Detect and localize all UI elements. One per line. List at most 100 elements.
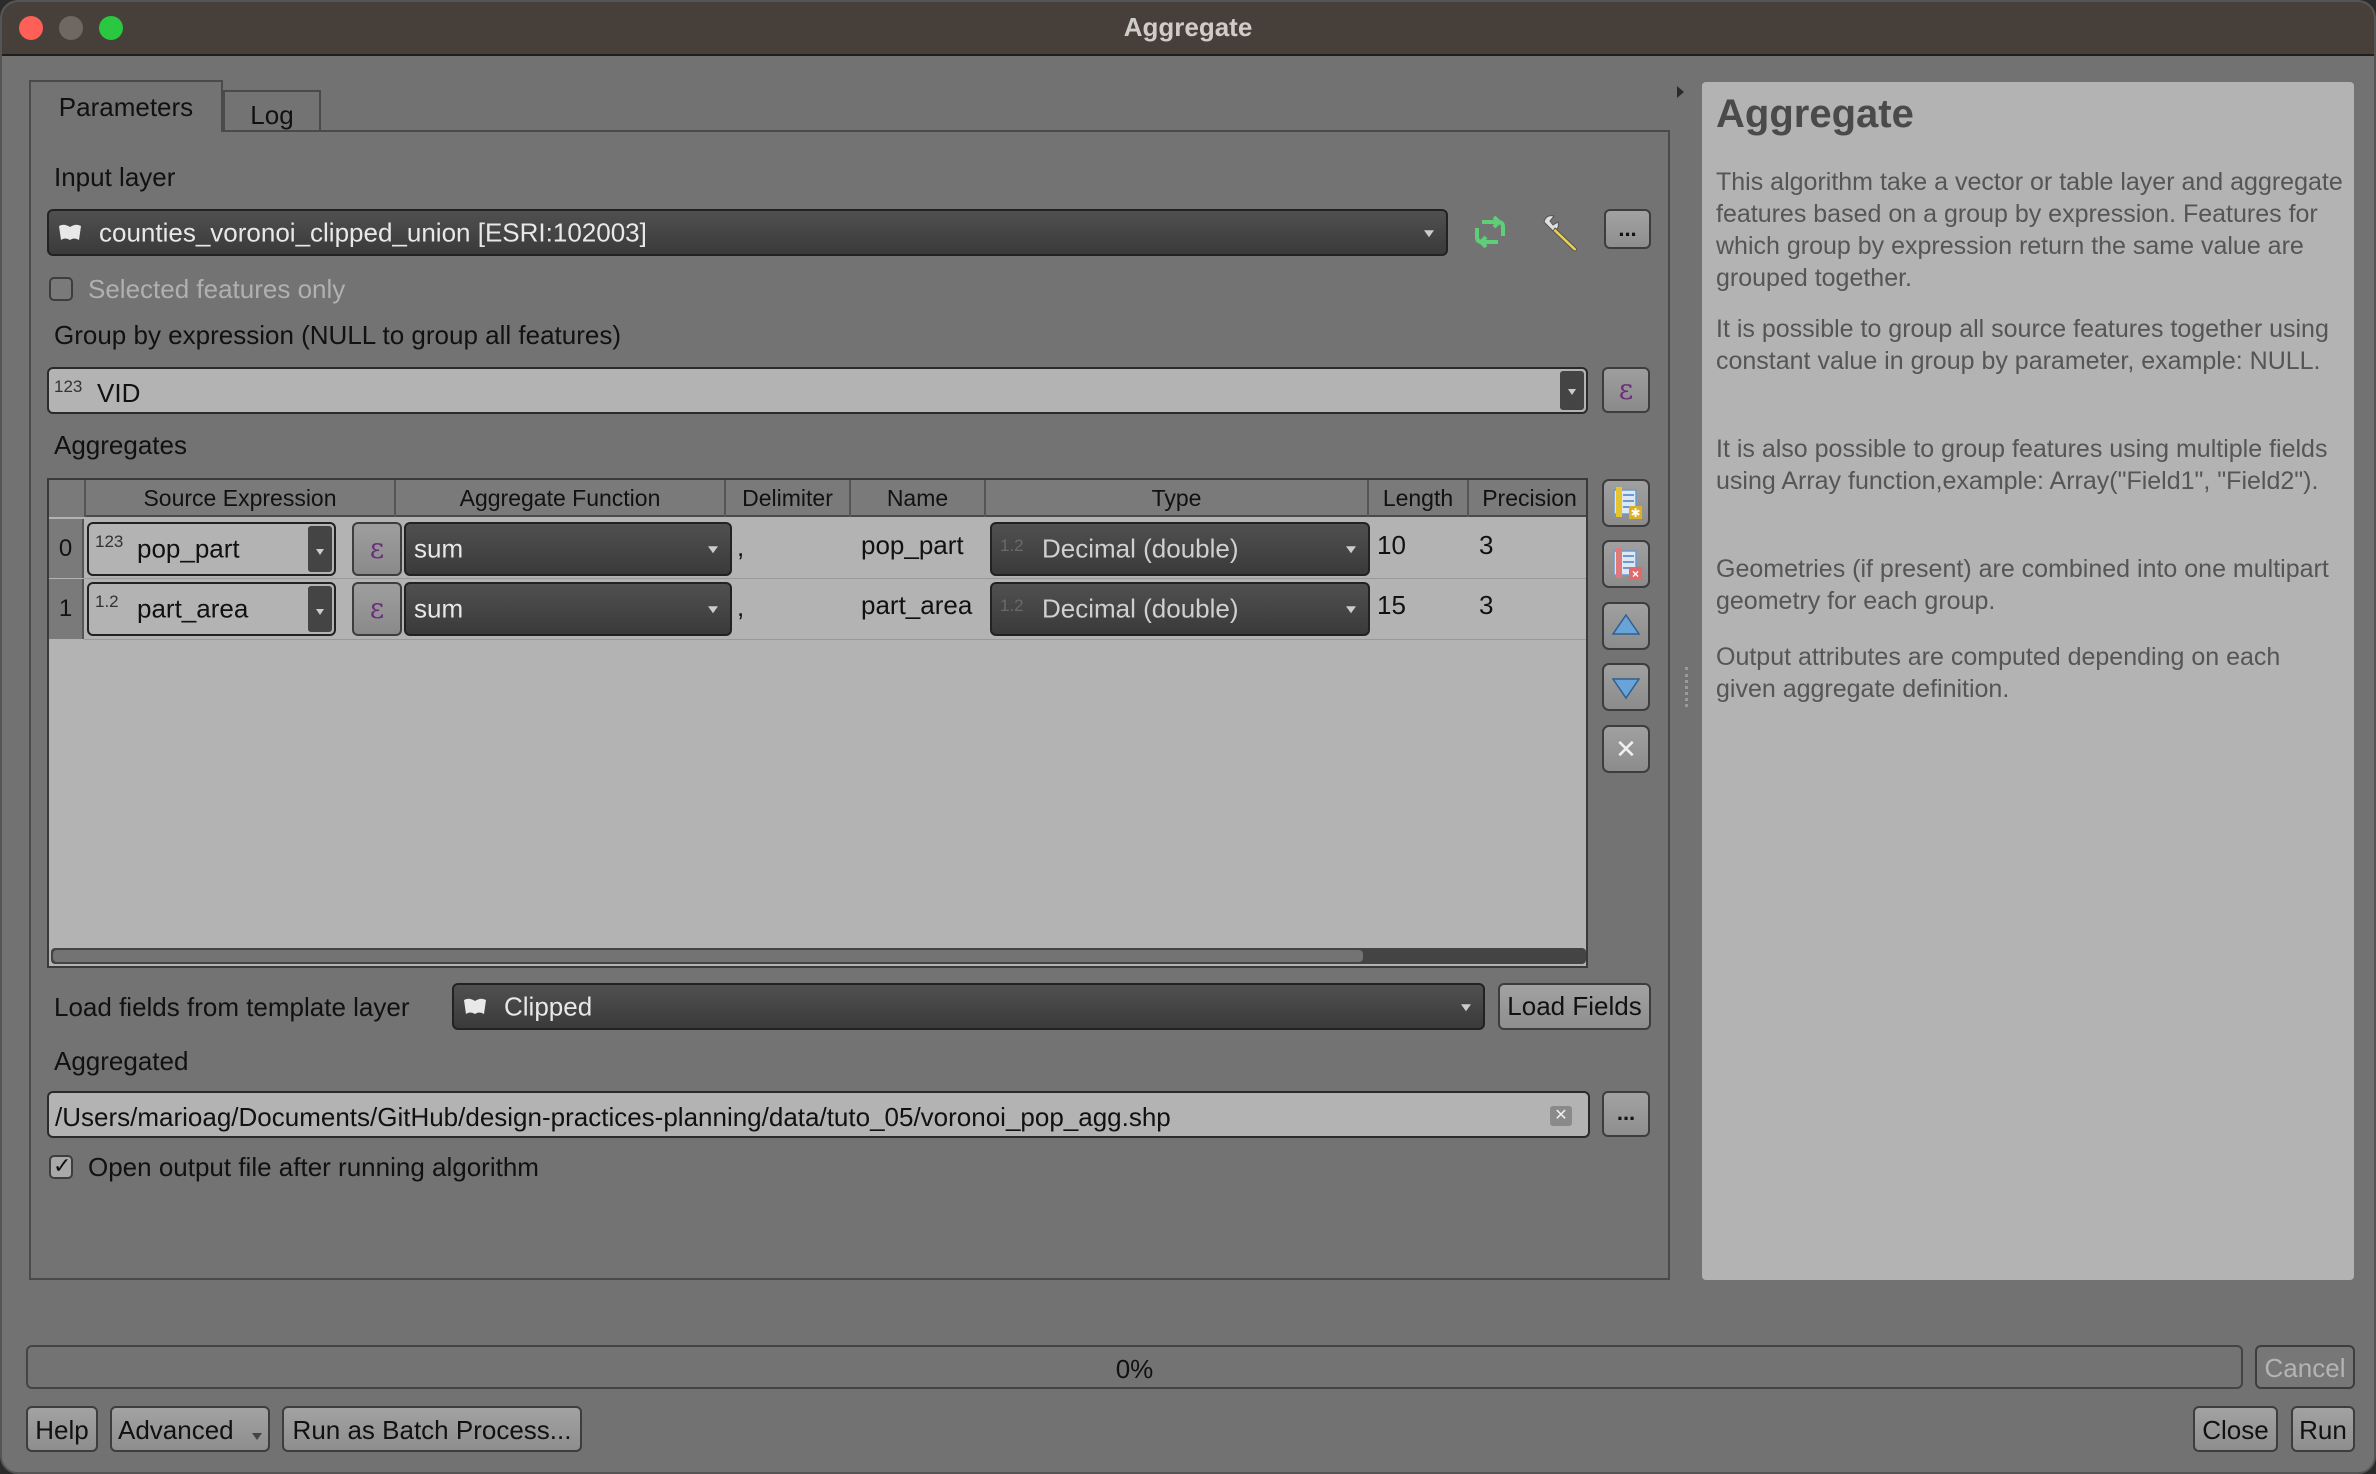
run-batch-button[interactable]: Run as Batch Process... [282,1406,582,1452]
chevron-down-icon [708,606,718,614]
clear-text-icon[interactable]: ✕ [1550,1106,1572,1126]
delete-field-button[interactable]: × [1602,540,1650,588]
group-by-label: Group by expression (NULL to group all f… [54,320,621,350]
cancel-button[interactable]: Cancel [2255,1345,2355,1389]
close-icon: ✕ [1615,734,1637,764]
input-layer-combo[interactable]: counties_voronoi_clipped_union [ESRI:102… [47,209,1448,256]
chevron-down-icon [252,1433,262,1440]
source-expression-editor-button[interactable]: ε [352,522,402,576]
delimiter-cell[interactable]: , [737,592,744,623]
move-down-icon [1611,678,1641,700]
aggregate-function-combo[interactable]: sum [404,582,732,636]
output-path-field[interactable]: /Users/marioag/Documents/GitHub/design-p… [47,1091,1590,1138]
run-button[interactable]: Run [2291,1406,2355,1452]
add-field-button[interactable]: ✱ [1602,479,1650,527]
move-up-button[interactable] [1602,602,1650,650]
advanced-label: Advanced [118,1415,234,1445]
selected-features-only-label: Selected features only [88,274,346,304]
column-header-precision[interactable]: Precision [1469,480,1586,517]
output-path-value: /Users/marioag/Documents/GitHub/design-p… [55,1102,1171,1132]
column-header-length[interactable]: Length [1369,480,1469,517]
source-expression-combo[interactable]: 123 pop_part [87,522,336,576]
type-combo[interactable]: 1.2 Decimal (double) [990,582,1370,636]
column-header-source-expression[interactable]: Source Expression [86,480,396,517]
chevron-down-icon[interactable] [308,586,332,632]
aggregate-dialog: Aggregate Parameters Log Input layer cou… [0,0,2376,1474]
tab-log[interactable]: Log [223,90,321,132]
table-header: Source Expression Aggregate Function Del… [49,480,1586,517]
delimiter-cell[interactable]: , [737,532,744,563]
move-up-icon [1611,613,1641,635]
help-button[interactable]: Help [26,1406,98,1452]
close-button[interactable]: Close [2193,1406,2278,1452]
precision-cell[interactable]: 3 [1479,530,1493,561]
tab-parameters[interactable]: Parameters [29,80,223,132]
help-paragraph: Geometries (if present) are combined int… [1716,555,2329,615]
help-panel: Aggregate This algorithm take a vector o… [1702,82,2354,1280]
move-down-button[interactable] [1602,663,1650,711]
browse-output-button[interactable]: ... [1602,1091,1650,1137]
selected-features-only-checkbox[interactable] [49,277,73,301]
advanced-button[interactable]: Advanced [110,1406,270,1452]
decimal-type-badge: 1.2 [1000,536,1024,555]
precision-cell[interactable]: 3 [1479,590,1493,621]
input-layer-options-button[interactable]: ... [1604,209,1651,249]
help-paragraph: It is also possible to group features us… [1716,435,2328,495]
load-fields-button[interactable]: Load Fields [1498,983,1651,1030]
column-header-type[interactable]: Type [986,480,1369,517]
horizontal-scrollbar[interactable] [51,948,1586,964]
delete-field-icon: × [1613,548,1642,581]
chevron-down-icon [1346,546,1356,554]
source-expression-editor-button[interactable]: ε [352,582,402,636]
integer-type-badge: 123 [95,532,124,551]
scrollbar-thumb[interactable] [53,950,1363,962]
input-layer-label: Input layer [54,162,176,192]
help-paragraph: It is possible to group all source featu… [1716,315,2329,375]
name-cell[interactable]: part_area [861,590,972,621]
group-by-dropdown-button[interactable] [1560,371,1584,410]
window-title: Aggregate [1123,12,1253,42]
length-cell[interactable]: 15 [1377,590,1406,621]
type-combo[interactable]: 1.2 Decimal (double) [990,522,1370,576]
column-header-aggregate-function[interactable]: Aggregate Function [396,480,726,517]
clear-fields-button[interactable]: ✕ [1602,725,1650,773]
svg-text:×: × [1632,567,1639,581]
title-bar: Aggregate [2,2,2374,56]
open-output-label: Open output file after running algorithm [88,1152,539,1182]
refresh-icon[interactable] [1470,214,1510,250]
group-by-expression-field[interactable]: 123 VID [47,367,1588,414]
length-cell[interactable]: 10 [1377,530,1406,561]
row-header-0[interactable]: 0 [49,519,84,578]
chevron-down-icon [708,546,718,554]
corner-header[interactable] [49,480,86,517]
aggregate-function-combo[interactable]: sum [404,522,732,576]
decimal-type-badge: 1.2 [1000,596,1024,615]
row-divider [84,578,1586,579]
integer-type-badge: 123 [54,377,83,396]
progress-bar: 0% [26,1345,2243,1389]
svg-text:✱: ✱ [1630,506,1640,520]
column-header-name[interactable]: Name [851,480,986,517]
decimal-type-badge: 1.2 [95,592,119,611]
chevron-down-icon[interactable] [308,526,332,572]
wrench-icon[interactable] [1540,212,1582,254]
source-expression-value: part_area [137,593,249,624]
polygon-layer-icon [464,998,486,1014]
help-paragraph: Output attributes are computed depending… [1716,643,2281,703]
help-paragraph: This algorithm take a vector or table la… [1716,168,2343,292]
aggregate-function-value: sum [414,533,464,564]
column-header-delimiter[interactable]: Delimiter [726,480,851,517]
splitter-handle[interactable] [1685,667,1689,707]
open-output-checkbox[interactable] [49,1153,73,1179]
aggregates-label: Aggregates [54,430,187,460]
name-cell[interactable]: pop_part [861,530,964,561]
template-layer-combo[interactable]: Clipped [452,983,1485,1030]
group-by-value: VID [97,378,141,408]
source-expression-value: pop_part [137,533,240,564]
group-by-expression-button[interactable]: ε [1602,367,1650,413]
source-expression-combo[interactable]: 1.2 part_area [87,582,336,636]
collapse-help-arrow-icon[interactable] [1677,86,1684,98]
progress-text: 0% [1115,1354,1154,1384]
row-header-1[interactable]: 1 [49,579,84,639]
help-title: Aggregate [1716,92,1914,136]
